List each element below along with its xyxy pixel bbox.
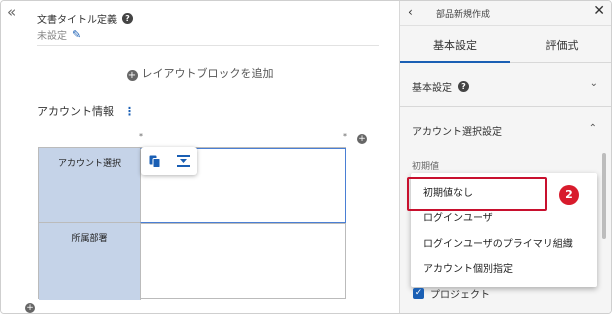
accordion-header: 基本設定 ? (412, 79, 469, 94)
cell-toolbar (141, 147, 197, 175)
chevron-down-icon[interactable]: ⌄ (590, 78, 598, 89)
chevron-up-icon[interactable]: ⌃ (589, 123, 597, 134)
panel-title: 部品新規作成 (436, 10, 491, 20)
grid-header-cell[interactable]: アカウント選択 (39, 148, 140, 223)
dropdown-option[interactable]: ログインユーザのプライマリ組織 (411, 232, 597, 257)
divider (37, 45, 379, 46)
doc-title-label: 文書タイトル定義 (37, 15, 117, 26)
grid-header-label: アカウント選択 (57, 159, 121, 169)
column-marker: * (343, 132, 347, 141)
form-canvas: « 文書タイトル定義 ? 未設定 ✎ + レイアウトブロックを追加 アカウント情報… (1, 1, 399, 313)
initial-value-label: 初期値 (412, 162, 440, 172)
plus-circle-icon: + (126, 70, 138, 81)
kebab-menu-icon[interactable]: ⋮ (124, 105, 135, 118)
grid-value-cell[interactable] (140, 223, 346, 300)
close-icon[interactable]: ✕ (593, 3, 605, 19)
add-row-button[interactable]: + (25, 303, 35, 313)
doc-title-label-row: 文書タイトル定義 ? (37, 11, 133, 26)
column-marker: * (139, 132, 143, 141)
accordion-basic-settings[interactable]: 基本設定 ? ⌄ (400, 63, 611, 107)
dropdown-option[interactable]: アカウント個別指定 (411, 257, 597, 282)
pencil-icon[interactable]: ✎ (72, 28, 81, 41)
copy-icon[interactable] (147, 153, 163, 169)
merge-down-icon[interactable] (175, 153, 191, 169)
help-icon[interactable]: ? (458, 81, 469, 92)
add-layout-block-label: レイアウトブロックを追加 (141, 67, 274, 80)
tab-basic-settings[interactable]: 基本設定 (400, 26, 510, 63)
section-title-row: アカウント情報 ⋮ (37, 103, 135, 119)
panel-tabs: 基本設定 評価式 (400, 25, 611, 63)
doc-title-value: 未設定 (37, 31, 67, 42)
checkbox-label: プロジェクト (430, 290, 490, 301)
step-badge: 2 (559, 185, 579, 205)
help-icon[interactable]: ? (122, 13, 133, 24)
scrollbar[interactable] (602, 153, 606, 239)
grid-header-cell[interactable]: 所属部署 (39, 223, 140, 300)
project-checkbox-row[interactable]: ✓ プロジェクト (413, 286, 490, 301)
add-layout-block-button[interactable]: + レイアウトブロックを追加 (1, 65, 399, 81)
add-column-button[interactable]: + (357, 134, 367, 144)
highlight-box (407, 177, 547, 211)
checkbox-checked-icon[interactable]: ✓ (413, 288, 424, 299)
app-window: « 文書タイトル定義 ? 未設定 ✎ + レイアウトブロックを追加 アカウント情報… (0, 0, 612, 314)
tab-label: 基本設定 (433, 39, 477, 52)
grid-header-label: 所属部署 (71, 234, 108, 244)
accordion-account-header[interactable]: アカウント選択設定 (412, 123, 502, 138)
tab-evaluation[interactable]: 評価式 (510, 26, 611, 63)
section-title: アカウント情報 (37, 105, 114, 118)
accordion-title: 基本設定 (412, 83, 452, 94)
chevron-left-icon[interactable]: ‹ (408, 5, 413, 19)
tab-label: 評価式 (545, 39, 579, 52)
doc-title-value-row: 未設定 ✎ (37, 27, 81, 42)
double-chevron-left-icon[interactable]: « (7, 4, 16, 20)
accordion-title: アカウント選択設定 (412, 127, 502, 138)
